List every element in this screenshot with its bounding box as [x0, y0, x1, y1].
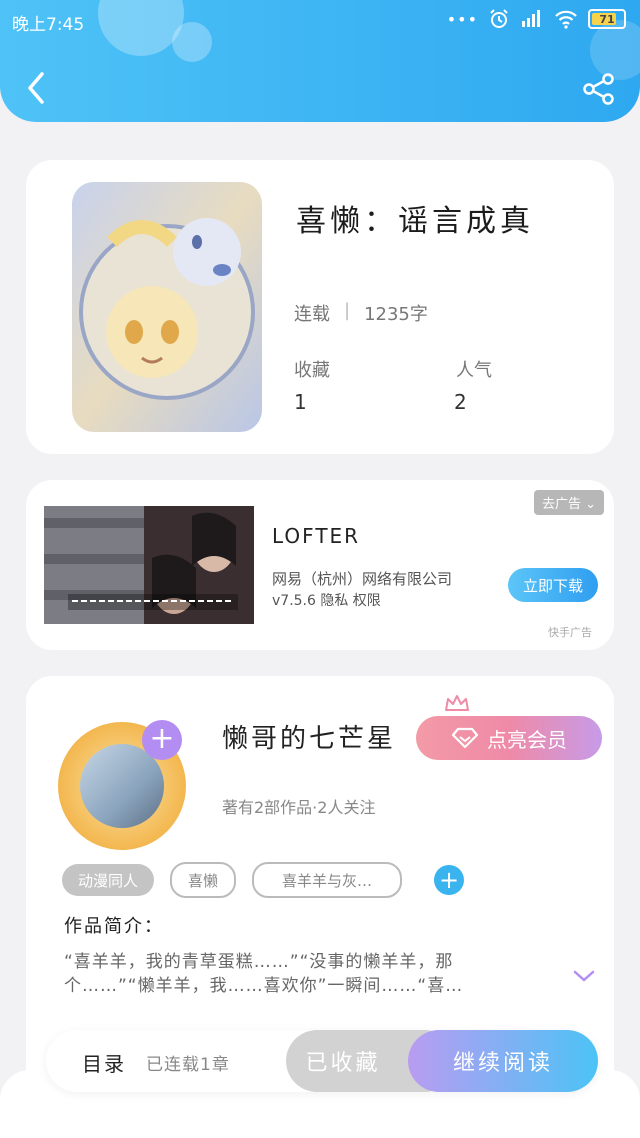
- battery-level: 71: [599, 12, 615, 26]
- toc-button[interactable]: 目录: [82, 1048, 126, 1077]
- add-tag-button[interactable]: +: [434, 865, 465, 895]
- back-arrow-icon[interactable]: [20, 68, 54, 108]
- signal-icon: [522, 10, 540, 27]
- book-serial-info: 连载 | 1235字: [294, 300, 428, 326]
- author-avatar-wrap: +: [52, 716, 192, 856]
- vip-label: 点亮会员: [487, 727, 567, 752]
- status-icons: ••• 71: [447, 8, 626, 30]
- remove-ad-label: 去广告: [541, 497, 581, 512]
- follow-button[interactable]: +: [142, 720, 182, 760]
- author-name[interactable]: 懒哥的七芒星: [222, 718, 396, 755]
- divider: |: [344, 300, 351, 321]
- header: 晚上7:45 ••• 71: [0, 0, 640, 122]
- tag-list: 动漫同人 喜懒 喜羊羊与灰… +: [62, 862, 465, 898]
- alarm-icon: [490, 9, 508, 28]
- ad-thumbnail-image[interactable]: [44, 506, 254, 624]
- author-meta: 著有2部作品·2人关注: [222, 798, 376, 817]
- toc-status: 已连载1章: [146, 1055, 230, 1075]
- ad-company: 网易（杭州）网络有限公司: [272, 570, 453, 588]
- collected-label: 已收藏: [305, 1051, 381, 1076]
- ad-card[interactable]: 去广告 ⌄ LOFTER 网易（杭州）网络有限公司 v7.5.6 隐私 权限 立…: [26, 480, 614, 650]
- tag-item[interactable]: 喜懒: [170, 862, 237, 898]
- continue-reading-button[interactable]: 继续阅读: [408, 1030, 598, 1092]
- favorites-value: 1: [294, 390, 307, 414]
- book-cover-image[interactable]: [72, 182, 262, 432]
- intro-text: “喜羊羊，我的青草蛋糕……”“没事的懒羊羊，那个……”“懒羊羊，我……喜欢你”一…: [64, 952, 464, 996]
- tag-item[interactable]: 动漫同人: [62, 864, 155, 896]
- share-icon[interactable]: [582, 72, 616, 106]
- ad-app-name: LOFTER: [272, 524, 361, 548]
- popularity-value: 2: [454, 390, 467, 414]
- tag-item[interactable]: 喜羊羊与灰…: [252, 862, 403, 898]
- ad-download-button[interactable]: 立即下载: [508, 568, 598, 602]
- favorites-label: 收藏: [294, 360, 330, 381]
- popularity-label: 人气: [456, 360, 492, 381]
- status-bar: 晚上7:45 ••• 71: [0, 0, 640, 40]
- battery-icon: 71: [588, 9, 626, 29]
- activate-vip-button[interactable]: 点亮会员: [416, 716, 602, 760]
- ad-version-info[interactable]: v7.5.6 隐私 权限: [272, 590, 381, 610]
- bottom-action-bar: 目录 已连载1章 已收藏 继续阅读: [46, 1030, 598, 1092]
- plus-icon: +: [149, 721, 175, 756]
- plus-icon: +: [438, 866, 460, 894]
- intro-label: 作品简介：: [64, 916, 164, 937]
- more-dots-icon: •••: [446, 9, 478, 29]
- wifi-icon: [555, 10, 577, 29]
- ad-source-label: 快手广告: [548, 626, 592, 639]
- remove-ad-button[interactable]: 去广告 ⌄: [533, 490, 604, 515]
- crown-icon: [445, 695, 469, 711]
- chevron-down-icon[interactable]: [572, 968, 596, 984]
- status-time: 晚上7:45: [12, 15, 85, 35]
- diamond-icon: [451, 727, 479, 749]
- book-title: 喜懒：谣言成真: [296, 204, 534, 239]
- serial-status: 连载: [294, 304, 330, 325]
- chevron-down-icon: ⌄: [585, 497, 596, 512]
- book-info-card: 喜懒：谣言成真 连载 | 1235字 收藏 1 人气 2: [26, 160, 614, 454]
- word-count: 1235字: [364, 304, 428, 325]
